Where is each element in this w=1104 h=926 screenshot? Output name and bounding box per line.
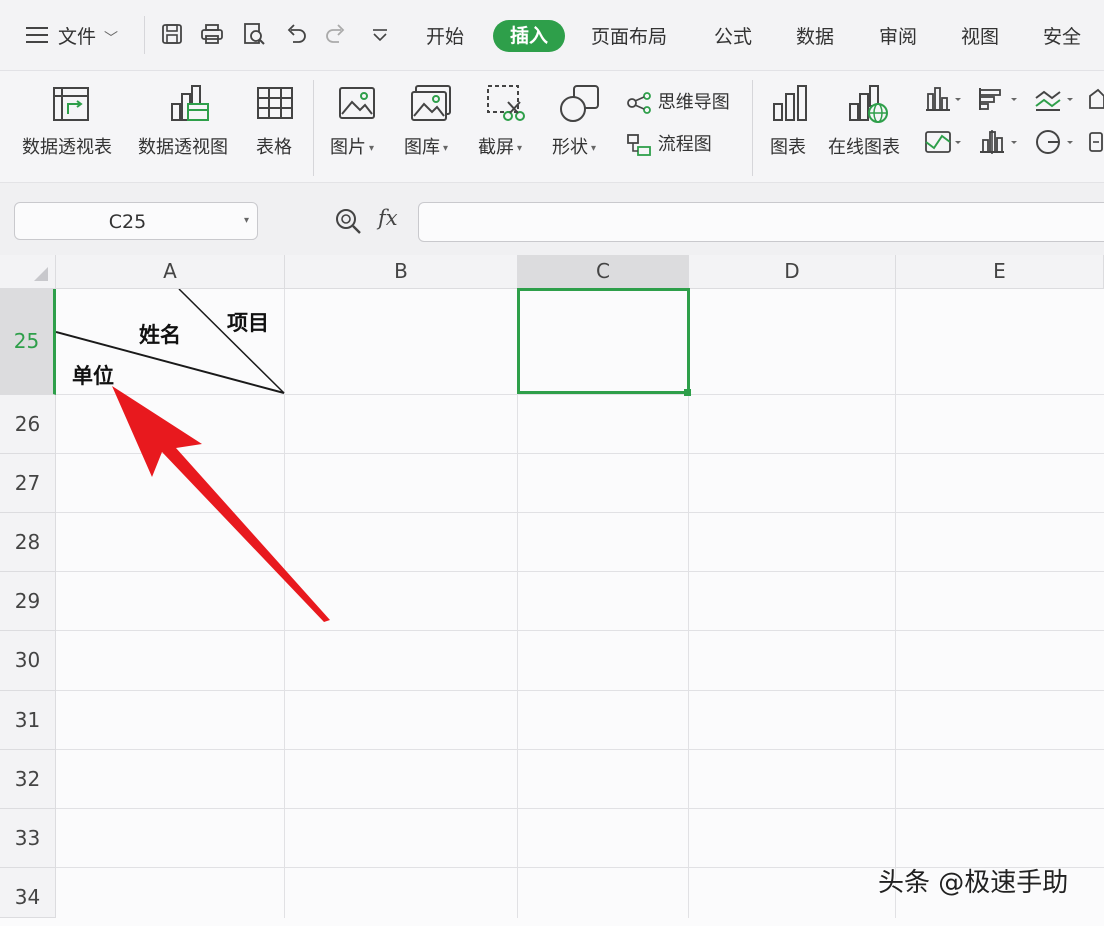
watermark: 头条 @极速手助	[878, 868, 1069, 898]
red-arrow-annotation	[112, 386, 330, 622]
